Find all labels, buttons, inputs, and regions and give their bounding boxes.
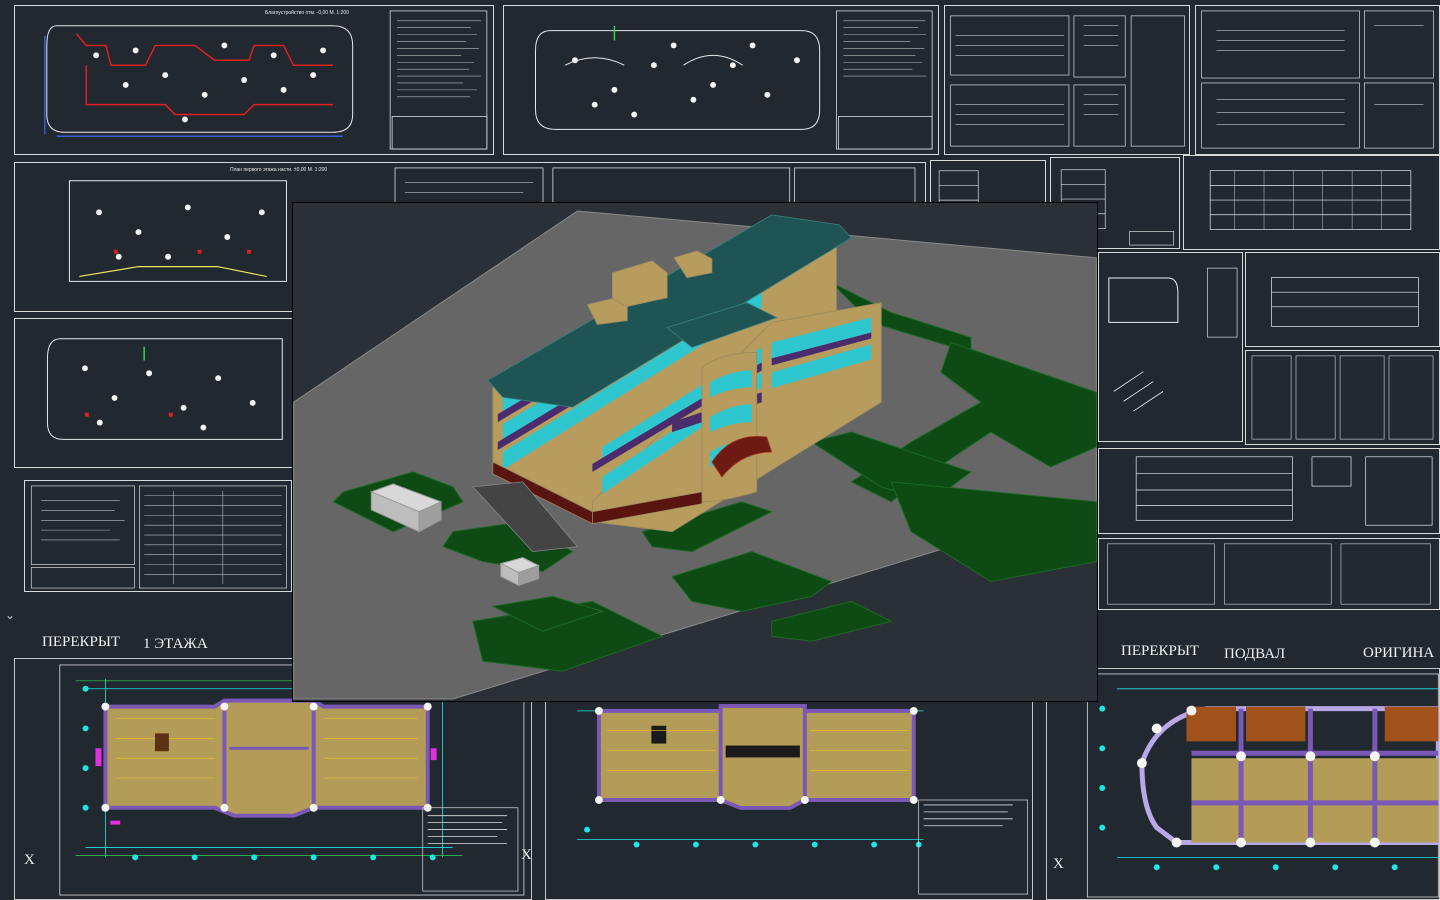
structural-plan-2[interactable] bbox=[545, 700, 1033, 900]
floor-plan-drawing bbox=[535, 10, 933, 150]
sheet-label-basement: ПОДВАЛ bbox=[1224, 646, 1286, 662]
facade-drawing bbox=[1271, 277, 1419, 327]
elevation-drawing bbox=[1135, 456, 1433, 526]
drawing-sheet-details[interactable] bbox=[1245, 350, 1440, 445]
sheet-label-original: ОРИГИНА bbox=[1363, 645, 1435, 661]
drawing-sheet-spec-table[interactable] bbox=[24, 480, 292, 592]
drawing-sheet-facade[interactable] bbox=[1183, 155, 1440, 250]
drawing-sheet-facade-2[interactable] bbox=[1245, 252, 1440, 347]
elevation-drawing bbox=[1201, 10, 1434, 149]
drawing-sheet-elevations-1[interactable] bbox=[944, 5, 1190, 155]
drawing-sheet-plan-1[interactable]: Благоустройство отм. -0,00 М. 1:200 bbox=[14, 5, 494, 155]
drawing-sheet-plan-4[interactable] bbox=[14, 318, 296, 468]
sheet-label-overlap-2: ПЕРЕКРЫТ bbox=[1121, 643, 1200, 659]
structural-plan-drawing bbox=[1086, 673, 1439, 898]
structural-plan-3[interactable] bbox=[1046, 668, 1440, 900]
details-drawing bbox=[1107, 543, 1431, 605]
floor-plan-drawing bbox=[46, 338, 283, 440]
close-icon[interactable]: X bbox=[521, 847, 532, 864]
sheet-label-floor: 1 ЭТАЖА bbox=[143, 636, 208, 652]
elevation-drawing bbox=[950, 15, 1185, 147]
structural-plan-drawing bbox=[577, 703, 1028, 895]
drawing-sheet-plan-2[interactable] bbox=[503, 5, 939, 155]
floor-plan-drawing bbox=[44, 10, 488, 150]
3d-model-viewport[interactable] bbox=[292, 202, 1098, 702]
drawing-sheet-elevations-2[interactable] bbox=[1195, 5, 1440, 155]
close-icon[interactable]: X bbox=[24, 852, 35, 869]
chevron-down-icon[interactable]: ⌄ bbox=[5, 608, 15, 622]
details-drawing bbox=[1251, 355, 1434, 440]
drawing-sheet-elevation-3[interactable] bbox=[1098, 448, 1440, 534]
facade-drawing bbox=[1209, 170, 1412, 230]
close-icon[interactable]: X bbox=[1053, 856, 1064, 873]
drawing-sheet-details-2[interactable] bbox=[1098, 538, 1440, 610]
drawing-sheet-site-plan[interactable] bbox=[1098, 252, 1243, 442]
sheet-label-overlap: ПЕРЕКРЫТ bbox=[42, 634, 121, 650]
specification-table bbox=[30, 485, 288, 589]
site-plan-drawing bbox=[1108, 267, 1238, 412]
isometric-building-model bbox=[293, 203, 1097, 701]
